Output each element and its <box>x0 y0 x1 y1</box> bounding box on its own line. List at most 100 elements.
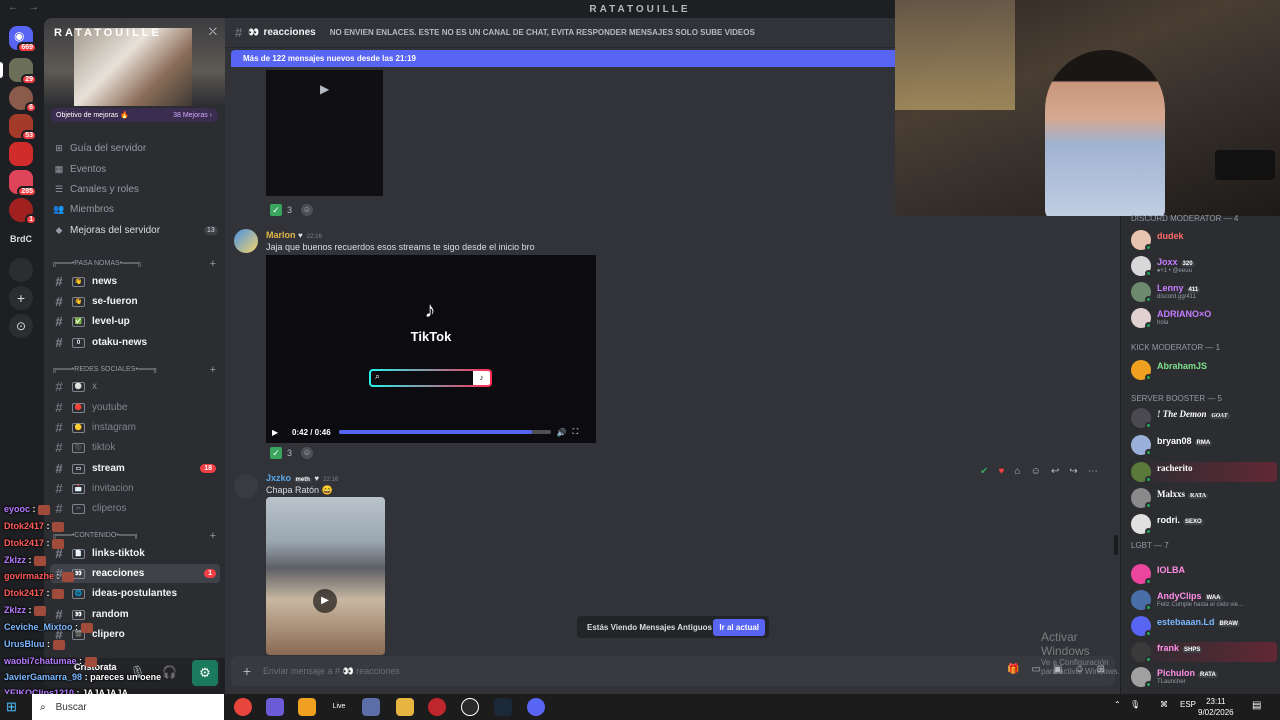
reply-icon[interactable]: ↩ <box>1051 466 1059 477</box>
menu-server-boosts[interactable]: ◆ Mejoras del servidor 13 <box>52 221 218 239</box>
menu-members[interactable]: 👥 Miembros <box>52 200 114 218</box>
member-item[interactable]: ADRIANO×O hola <box>1131 308 1277 329</box>
chrome-icon[interactable] <box>234 698 252 716</box>
add-reaction-icon[interactable]: ☺ <box>301 204 314 216</box>
play-icon[interactable]: ▶ <box>272 428 284 437</box>
channel-x[interactable]: # ⚪ x <box>50 377 220 396</box>
hat-reaction-icon[interactable]: ⌂ <box>1015 466 1021 477</box>
play-icon[interactable]: ▶ <box>320 82 329 96</box>
server-folder-label[interactable]: BrdC <box>10 234 32 244</box>
discord-taskbar-icon[interactable] <box>527 698 545 716</box>
category-redes-sociales[interactable]: ╔═══•REDES SOCIALES•═══╗ + <box>52 364 218 376</box>
member-item[interactable]: estebaaan.Ld BRAW <box>1131 616 1277 637</box>
message-composer[interactable]: + Enviar mensaje a # 👀 reacciones 🎁 ▭ ▣ … <box>231 656 1115 686</box>
notepad-icon[interactable] <box>362 698 380 716</box>
media-player-icon[interactable] <box>461 698 479 716</box>
add-channel-icon[interactable]: + <box>210 258 216 270</box>
boost-goal[interactable]: Objetivo de mejoras 🔥 38 Mejoras › <box>50 108 218 122</box>
server-icon[interactable]: 1 <box>9 198 37 225</box>
lang-indicator[interactable]: ESP <box>1180 700 1196 709</box>
brave-icon[interactable] <box>298 698 316 716</box>
tiktok-video-embed[interactable]: ♪ TikTok ⌕ ♪ <box>266 255 596 421</box>
fullscreen-icon[interactable]: ⛶ <box>573 427 579 437</box>
channel-level-up[interactable]: # ✅ level-up <box>50 312 220 331</box>
channel-links-tiktok[interactable]: # 📄 links-tiktok <box>50 544 220 563</box>
tray-mic-icon[interactable]: 🎙 <box>1130 700 1140 709</box>
avatar[interactable] <box>234 474 258 498</box>
menu-server-guide[interactable]: ⊞ Guía del servidor <box>52 139 146 157</box>
attach-plus-icon[interactable]: + <box>231 663 263 679</box>
channel-topic[interactable]: NO ENVIEN ENLACES. ESTE NO ES UN CANAL D… <box>330 28 755 37</box>
member-item[interactable]: Joxx 320 ♠+1 • @eeuu <box>1131 256 1277 277</box>
category-contenido[interactable]: ╔═══•CONTENIDO•═══╗ + <box>52 530 218 542</box>
member-item[interactable]: rodri. SEXO <box>1131 514 1277 535</box>
server-name[interactable]: RATATOUILLE <box>54 27 162 39</box>
check-reaction-icon[interactable]: ✓ <box>270 447 282 459</box>
add-reaction-icon[interactable]: ☺ <box>301 447 314 459</box>
channel-instagram[interactable]: # 🟡 instagram <box>50 418 220 437</box>
channel-otaku-news[interactable]: #0 otaku-news <box>50 333 220 352</box>
member-item[interactable]: IOLBA <box>1131 564 1277 585</box>
message-author[interactable]: Jxzko meth ♥ 22:16 <box>266 473 338 483</box>
channel-news[interactable]: # 👋 news <box>50 272 220 291</box>
message-author[interactable]: Marlon ♥ 22:16 <box>266 230 322 240</box>
member-item[interactable]: bryan08 RMA <box>1131 435 1277 456</box>
server-icon[interactable] <box>9 258 33 282</box>
file-explorer-icon[interactable] <box>396 698 414 716</box>
member-item[interactable]: AndyClips WAA Feliz Cumple hasta el cielo … <box>1131 590 1277 611</box>
member-item[interactable]: Malxxs RATA <box>1131 488 1277 509</box>
category-pasa-nomas[interactable]: ╔═══•PASA NOMAS•═══╗ + <box>52 258 218 270</box>
server-icon[interactable] <box>9 142 33 166</box>
channel-youtube[interactable]: # 🔴 youtube <box>50 398 220 417</box>
member-item[interactable]: dudek <box>1131 230 1277 251</box>
check-reaction-icon[interactable]: ✔ <box>980 466 988 477</box>
taskbar-search[interactable]: ⌕ Buscar <box>32 694 224 720</box>
windows-start-icon[interactable]: ⊞ <box>6 699 17 715</box>
more-icon[interactable]: ⋯ <box>1088 466 1098 477</box>
member-item[interactable]: Pichulon RATA TLauncher <box>1131 667 1277 688</box>
channel-ideas-postulantes[interactable]: #🌐ideas-postulantes <box>50 584 220 603</box>
video-embed[interactable]: ▶ <box>266 497 385 655</box>
channel-tiktok[interactable]: # ⚫ tiktok <box>50 438 220 457</box>
new-messages-bar[interactable]: Más de 122 mensajes nuevos desde las 21:… <box>231 50 895 67</box>
server-icon[interactable]: 29 <box>9 58 37 85</box>
settings-gear-icon[interactable]: ⚙ <box>192 660 218 686</box>
channel-invitacion[interactable]: # 📩 invitacion <box>50 479 220 498</box>
steam-icon[interactable] <box>494 698 512 716</box>
member-item[interactable]: Lenny 411 discord.gg/411 <box>1131 282 1277 303</box>
tray-chevron-icon[interactable]: ⌃ <box>1114 700 1121 709</box>
add-server-icon[interactable]: + <box>9 286 33 310</box>
server-icon[interactable]: 6 <box>9 86 37 113</box>
member-item[interactable]: ! The Demon GOAT <box>1131 408 1277 429</box>
network-icon[interactable]: ⌘ <box>1160 700 1168 709</box>
menu-channels-roles[interactable]: ☰ Canales y roles <box>52 180 139 198</box>
direct-messages-button[interactable]: ◉ 669 <box>9 26 37 53</box>
channel-reacciones[interactable]: # 👀 reacciones 1 <box>50 564 220 583</box>
chat-scrollbar[interactable] <box>1114 535 1118 555</box>
gif-icon[interactable]: ▭ <box>1031 664 1040 675</box>
server-icon[interactable]: 53 <box>9 114 37 141</box>
nav-arrows[interactable]: ← → <box>8 2 43 13</box>
copilot-icon[interactable] <box>266 698 284 716</box>
live-app-icon[interactable]: Live <box>330 698 348 716</box>
gift-icon[interactable]: 🎁 <box>1007 664 1019 675</box>
jump-to-present-button[interactable]: Ir al actual <box>713 618 765 636</box>
menu-events[interactable]: ▦ Eventos <box>52 160 106 178</box>
member-item[interactable]: frank SHPS <box>1131 642 1277 663</box>
play-icon[interactable]: ▶ <box>313 589 337 613</box>
video-embed[interactable]: ▶ <box>266 70 383 196</box>
add-channel-icon[interactable]: + <box>210 364 216 376</box>
taskbar-clock[interactable]: 23:11 9/02/2026 <box>1198 696 1234 718</box>
check-reaction-icon[interactable]: ✓ <box>270 204 282 216</box>
forward-icon[interactable]: ↪ <box>1069 466 1077 477</box>
server-icon[interactable]: 285 <box>9 170 37 197</box>
member-item[interactable]: racherito <box>1131 462 1277 483</box>
invite-icon[interactable]: ⛌ <box>209 26 217 39</box>
channel-cliperos[interactable]: # ✂ cliperos <box>50 499 220 518</box>
add-channel-icon[interactable]: + <box>210 530 216 542</box>
headset-icon[interactable]: 🎧 <box>162 665 177 679</box>
notification-icon[interactable]: ▤ <box>1252 700 1261 711</box>
obs-icon[interactable] <box>428 698 446 716</box>
volume-icon[interactable]: 🔊 <box>557 428 567 437</box>
video-progress-bar[interactable] <box>338 430 551 434</box>
